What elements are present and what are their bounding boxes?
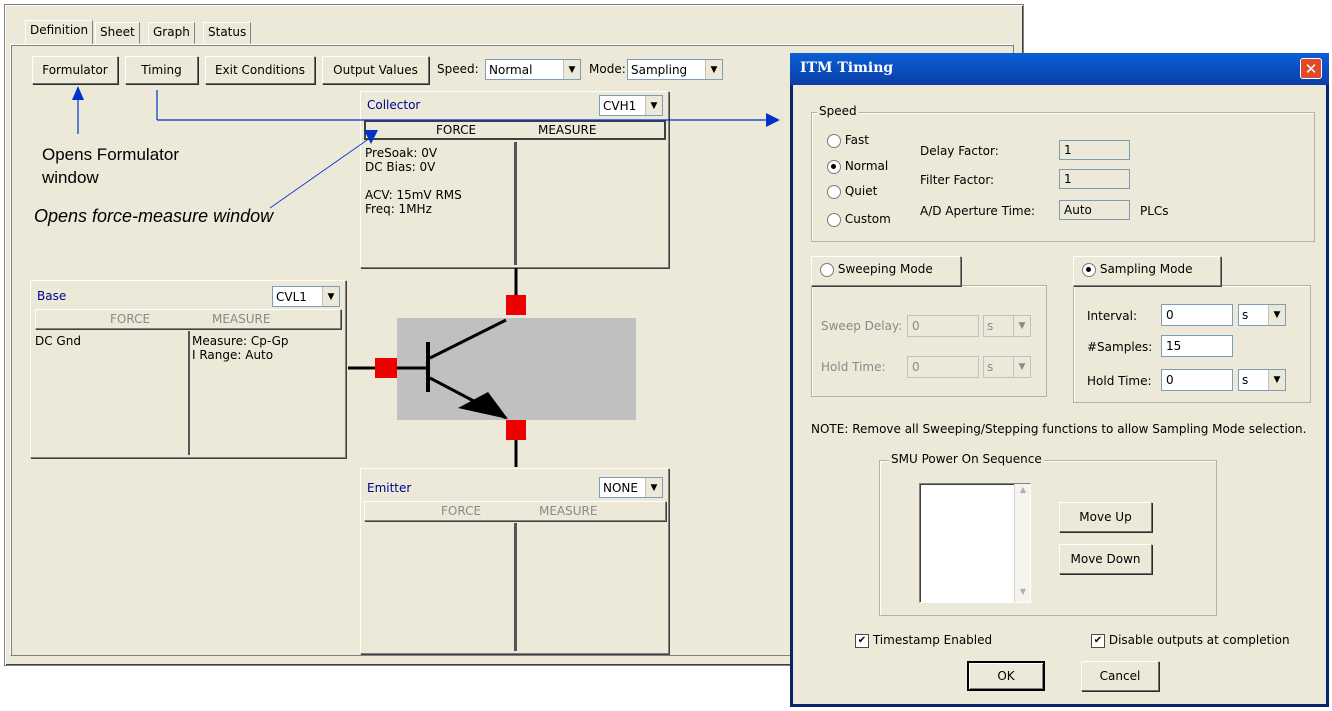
- radio-icon[interactable]: [827, 212, 841, 227]
- aperture-unit-label: PLCs: [1140, 204, 1169, 218]
- list-scrollbar[interactable]: ▲ ▼: [1014, 484, 1030, 602]
- chevron-down-icon[interactable]: ▼: [1013, 357, 1030, 377]
- filter-factor-field[interactable]: 1: [1059, 169, 1130, 189]
- smu-sequence-list[interactable]: ▲ ▼: [919, 483, 1031, 603]
- scroll-down-icon[interactable]: ▼: [1016, 587, 1030, 601]
- speed-group-title: Speed: [817, 104, 859, 118]
- radio-selected-icon[interactable]: [827, 159, 841, 174]
- samples-label: #Samples:: [1087, 340, 1153, 354]
- radio-selected-icon[interactable]: [1082, 262, 1096, 277]
- aperture-field[interactable]: Auto: [1059, 200, 1130, 220]
- move-up-button[interactable]: Move Up: [1059, 502, 1152, 532]
- aperture-label: A/D Aperture Time:: [920, 204, 1036, 218]
- disable-outputs-checkbox[interactable]: ✔ Disable outputs at completion: [1091, 633, 1290, 648]
- radio-icon[interactable]: [827, 133, 841, 148]
- hold-time-field[interactable]: 0: [1161, 369, 1233, 391]
- dialog-title-bar[interactable]: ITM Timing ✕: [790, 53, 1329, 85]
- filter-factor-label: Filter Factor:: [920, 173, 995, 187]
- delay-factor-label: Delay Factor:: [920, 144, 999, 158]
- speed-radio-quiet[interactable]: Quiet: [827, 184, 877, 199]
- sweep-delay-label: Sweep Delay:: [821, 319, 903, 333]
- delay-factor-field[interactable]: 1: [1059, 140, 1130, 160]
- smu-sequence-title: SMU Power On Sequence: [889, 452, 1044, 466]
- samples-field[interactable]: 15: [1161, 335, 1233, 357]
- checkmark-icon[interactable]: ✔: [855, 633, 869, 648]
- hold-time-label: Hold Time:: [1087, 374, 1152, 388]
- sweep-hold-label: Hold Time:: [821, 360, 886, 374]
- down-arrow-icon: [364, 130, 378, 144]
- timestamp-checkbox[interactable]: ✔ Timestamp Enabled: [855, 633, 992, 648]
- radio-icon[interactable]: [827, 184, 841, 199]
- sweep-hold-field[interactable]: 0: [907, 356, 979, 378]
- interval-label: Interval:: [1087, 309, 1137, 323]
- chevron-down-icon[interactable]: ▼: [1268, 370, 1285, 390]
- sampling-note: NOTE: Remove all Sweeping/Stepping funct…: [811, 422, 1307, 436]
- sweep-delay-field[interactable]: 0: [907, 315, 979, 337]
- ok-button[interactable]: OK: [967, 661, 1045, 691]
- chevron-down-icon[interactable]: ▼: [1268, 305, 1285, 325]
- interval-field[interactable]: 0: [1161, 304, 1233, 326]
- right-arrow-icon: [766, 113, 780, 127]
- dialog-title: ITM Timing: [800, 60, 894, 76]
- sampling-mode-radio[interactable]: Sampling Mode: [1073, 256, 1221, 286]
- force-measure-annotation: Opens force-measure window: [34, 206, 274, 226]
- close-button[interactable]: ✕: [1300, 58, 1322, 79]
- chevron-down-icon[interactable]: ▼: [1013, 316, 1030, 336]
- cancel-button[interactable]: Cancel: [1081, 661, 1159, 691]
- scroll-up-icon[interactable]: ▲: [1016, 485, 1030, 499]
- up-arrow-icon: [72, 86, 84, 100]
- formulator-annotation: Opens Formulator window: [42, 145, 179, 187]
- checkmark-icon[interactable]: ✔: [1091, 633, 1105, 648]
- move-down-button[interactable]: Move Down: [1059, 544, 1152, 574]
- sweeping-mode-radio[interactable]: Sweeping Mode: [811, 256, 961, 286]
- speed-radio-custom[interactable]: Custom: [827, 212, 891, 227]
- speed-radio-normal[interactable]: Normal: [827, 159, 888, 174]
- radio-icon[interactable]: [820, 262, 834, 277]
- close-icon: ✕: [1304, 59, 1318, 78]
- itm-timing-dialog: ITM Timing ✕ Speed Fast Normal Quiet Cus…: [790, 53, 1329, 707]
- sweep-delay-unit-select[interactable]: s ▼: [983, 315, 1031, 337]
- sweep-hold-unit-select[interactable]: s ▼: [983, 356, 1031, 378]
- interval-unit-select[interactable]: s ▼: [1238, 304, 1286, 326]
- sweeping-mode-group: [811, 285, 1047, 397]
- hold-time-unit-select[interactable]: s ▼: [1238, 369, 1286, 391]
- speed-radio-fast[interactable]: Fast: [827, 133, 869, 148]
